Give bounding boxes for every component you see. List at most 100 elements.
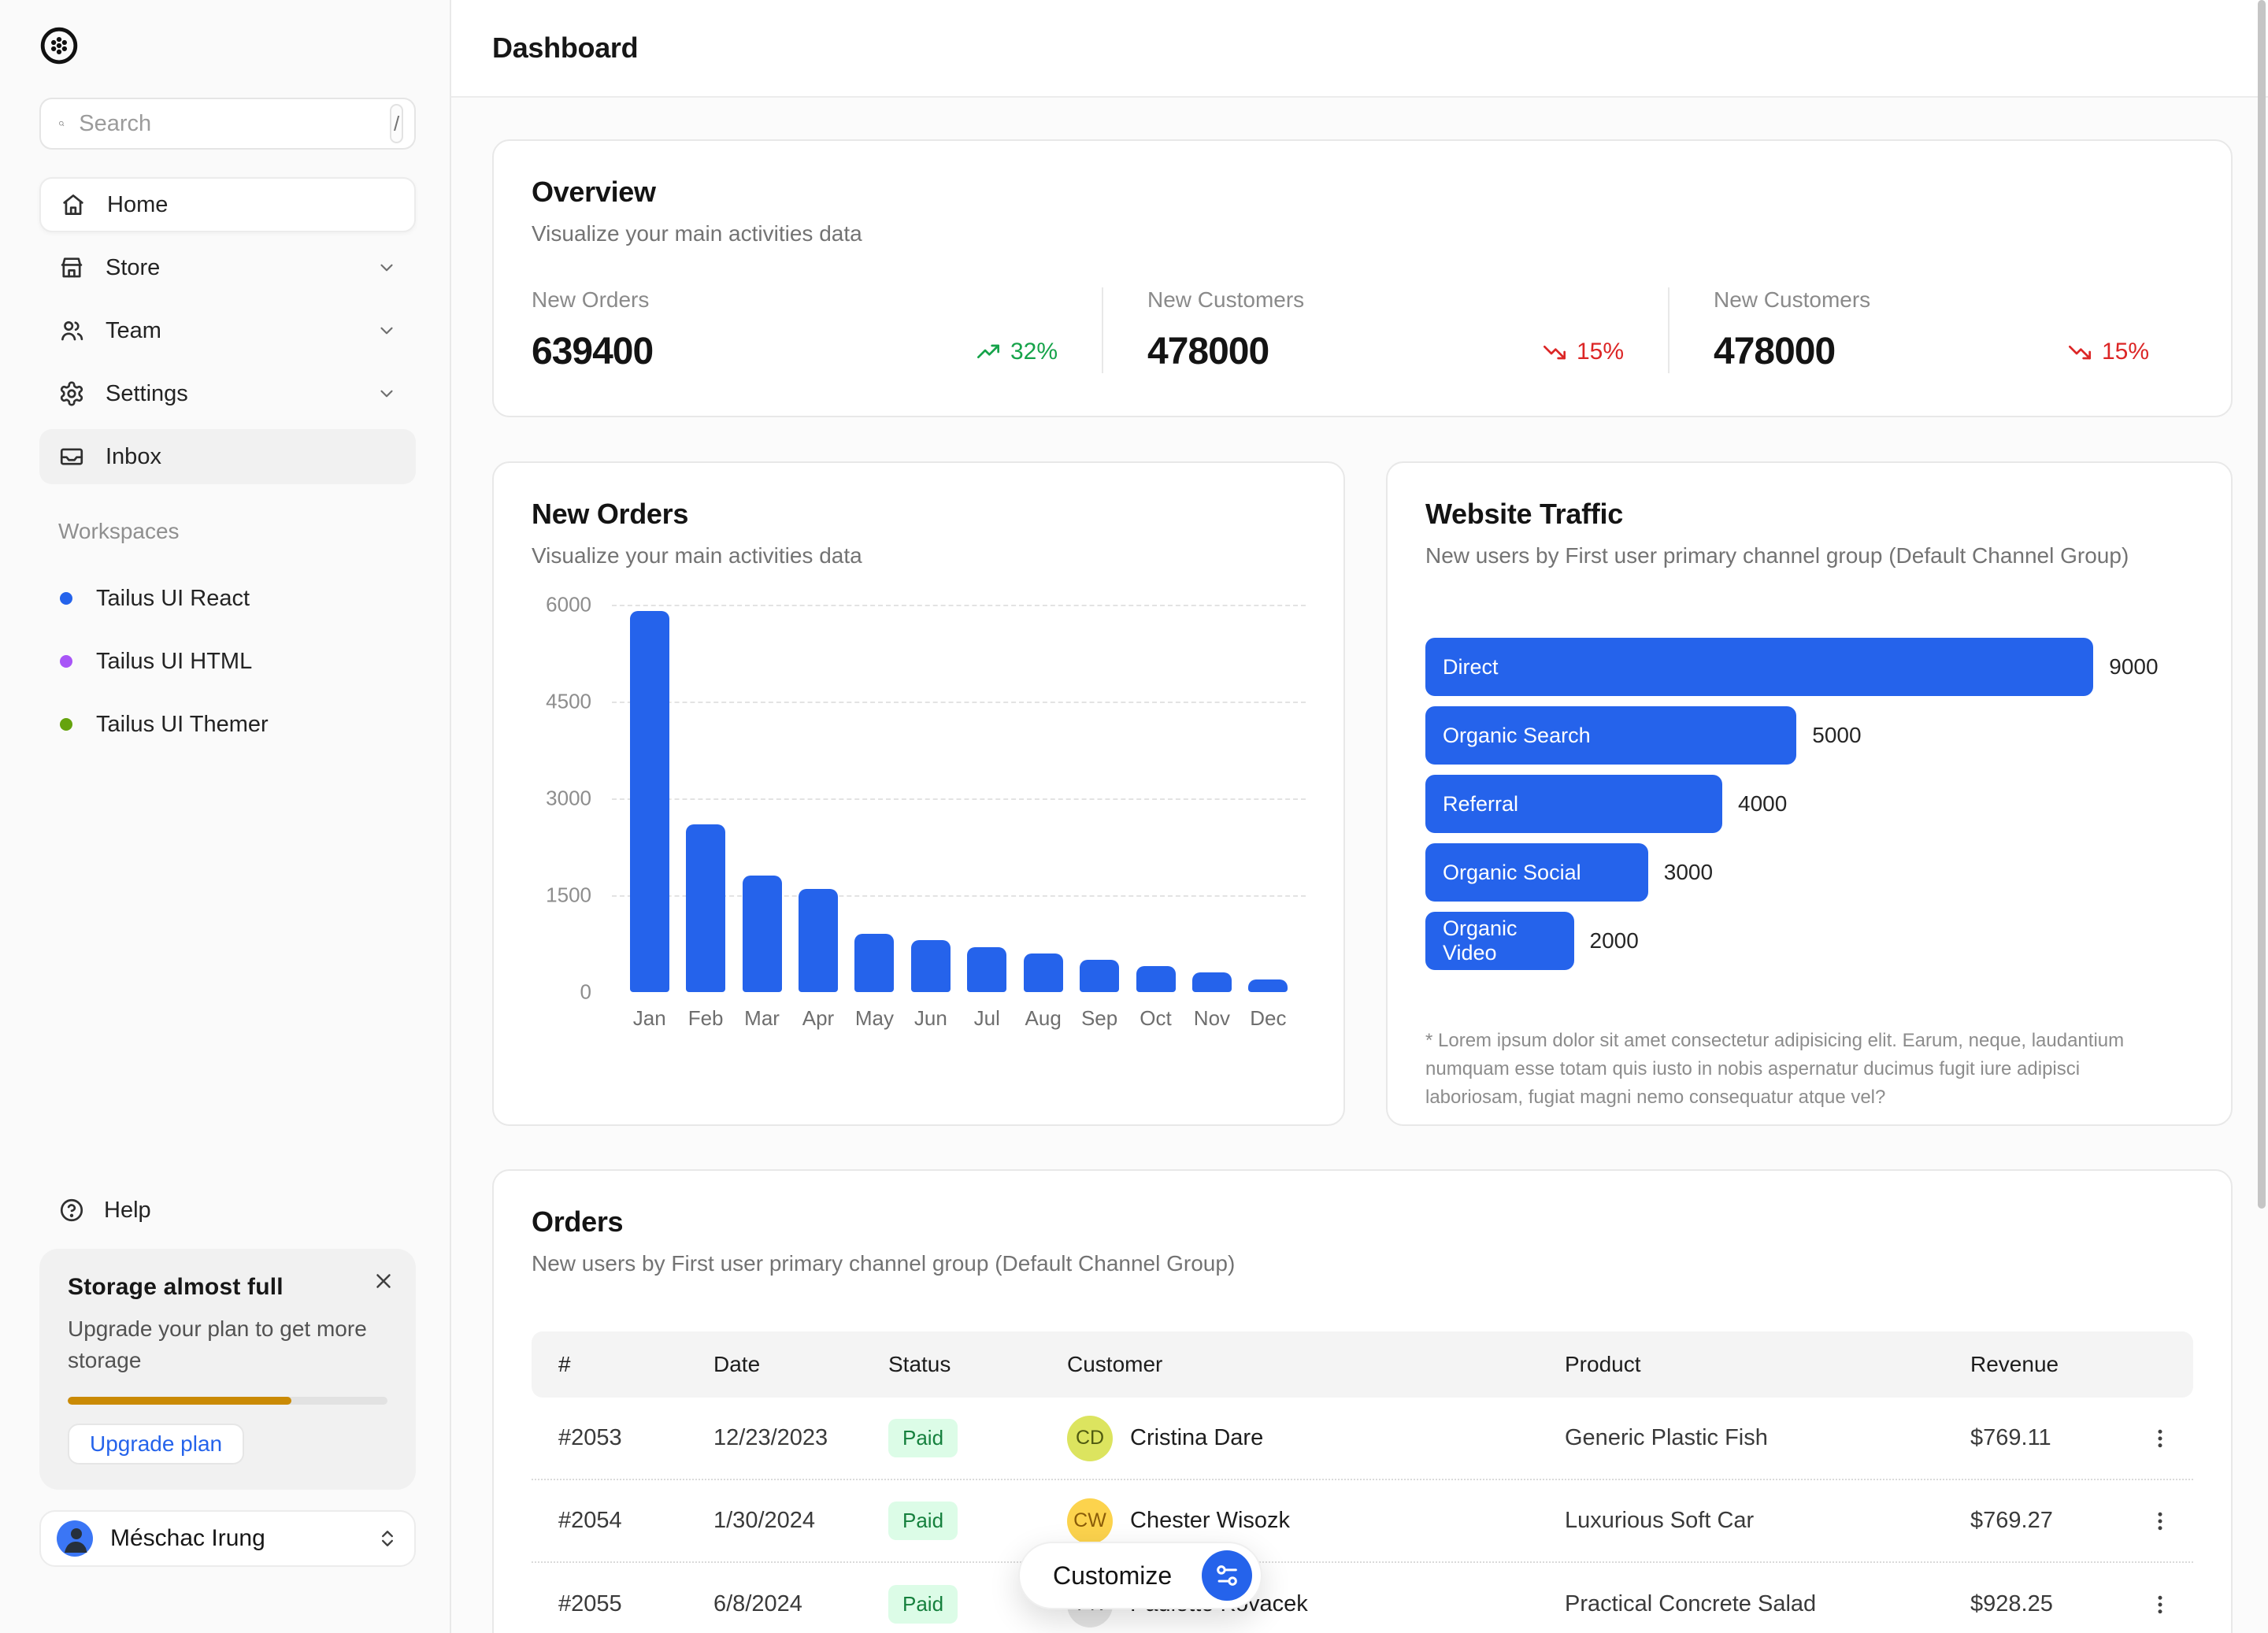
search-input[interactable] <box>79 111 376 137</box>
sidebar-item-store[interactable]: Store <box>39 240 416 295</box>
customize-button[interactable]: Customize <box>1018 1542 1262 1609</box>
plot-area <box>612 605 1306 992</box>
revenue-value: $928.25 <box>1970 1591 2148 1617</box>
product-name: Generic Plastic Fish <box>1565 1425 1970 1451</box>
storage-progress-bar <box>68 1397 387 1405</box>
status-badge: Paid <box>888 1502 958 1540</box>
overview-stats: New Orders 639400 32% New Customers <box>532 287 2193 373</box>
order-date: 6/8/2024 <box>713 1591 888 1617</box>
page-header: Dashboard <box>451 0 2268 98</box>
workspace-item-tailus-ui-react[interactable]: Tailus UI React <box>39 571 416 626</box>
table-row[interactable]: #2053 12/23/2023 Paid CD Cristina Dare G… <box>532 1398 2193 1480</box>
content: Overview Visualize your main activities … <box>451 98 2268 1633</box>
bar-nov <box>1192 972 1232 992</box>
avatar <box>57 1520 93 1557</box>
sidebar-nav: Home Store Team Settings Inbox <box>39 177 416 492</box>
bar-jan <box>630 611 669 992</box>
user-menu[interactable]: Méschac Irung <box>39 1510 416 1567</box>
website-traffic-card: Website Traffic New users by First user … <box>1386 461 2233 1126</box>
website-traffic-subtitle: New users by First user primary channel … <box>1425 543 2193 568</box>
stat-trend: 32% <box>976 339 1058 365</box>
traffic-row-organic-search: Organic Search 5000 <box>1425 706 2193 765</box>
workspace-item-tailus-ui-themer[interactable]: Tailus UI Themer <box>39 697 416 752</box>
row-menu-icon[interactable] <box>2148 1509 2177 1533</box>
traffic-row-organic-video: Organic Video 2000 <box>1425 912 2193 970</box>
table-row[interactable]: #2054 1/30/2024 Paid CW Chester Wisozk L… <box>532 1480 2193 1563</box>
scrollbar-thumb[interactable] <box>2258 0 2266 1209</box>
customer-name: Cristina Dare <box>1130 1425 1263 1451</box>
inbox-icon <box>58 443 85 470</box>
y-axis-labels: 6000 4500 3000 1500 0 <box>532 605 591 992</box>
search-box: / <box>39 98 416 150</box>
bar-chart: 6000 4500 3000 1500 0 <box>532 605 1306 992</box>
status-badge: Paid <box>888 1419 958 1457</box>
traffic-row-direct: Direct 9000 <box>1425 638 2193 696</box>
stat-value: 478000 <box>1714 330 1835 373</box>
stat-value: 639400 <box>532 330 653 373</box>
app-window: / Home Store Team Settings <box>0 0 2268 1633</box>
stat-trend: 15% <box>1542 339 1624 365</box>
team-icon <box>58 317 85 344</box>
customer-cell: CD Cristina Dare <box>1067 1416 1565 1461</box>
bar-oct <box>1136 966 1176 992</box>
avatar: CW <box>1067 1498 1113 1544</box>
table-row[interactable]: #2055 6/8/2024 Paid PK Paulette Kovacek … <box>532 1563 2193 1633</box>
bar-dec <box>1248 979 1288 992</box>
customer-cell: CW Chester Wisozk <box>1067 1498 1565 1544</box>
sidebar: / Home Store Team Settings <box>0 0 451 1633</box>
chevrons-up-down-icon <box>376 1527 398 1550</box>
user-name: Méschac Irung <box>110 1525 359 1552</box>
workspace-dot <box>60 718 72 731</box>
help-link[interactable]: Help <box>39 1183 416 1238</box>
status-badge: Paid <box>888 1585 958 1624</box>
order-id: #2055 <box>558 1591 713 1617</box>
stat-new-customers-2: New Customers 478000 15% <box>1668 287 2193 373</box>
bar-jun <box>911 940 951 992</box>
upgrade-plan-button[interactable]: Upgrade plan <box>68 1424 244 1465</box>
sidebar-item-inbox[interactable]: Inbox <box>39 429 416 484</box>
orders-subtitle: New users by First user primary channel … <box>532 1251 2193 1276</box>
chevron-down-icon <box>376 257 397 278</box>
website-traffic-title: Website Traffic <box>1425 498 2193 531</box>
bar-may <box>854 934 894 992</box>
gear-icon <box>58 380 85 407</box>
storage-description: Upgrade your plan to get more storage <box>68 1313 383 1376</box>
search-shortcut-key: / <box>390 104 403 143</box>
workspaces-heading: Workspaces <box>58 519 416 544</box>
help-label: Help <box>104 1198 151 1224</box>
orders-title: Orders <box>532 1205 2193 1239</box>
sidebar-item-label: Inbox <box>106 444 161 470</box>
x-axis-labels: Jan Feb Mar Apr May Jun Jul Aug Sep Oct … <box>612 1006 1306 1031</box>
workspace-item-tailus-ui-html[interactable]: Tailus UI HTML <box>39 634 416 689</box>
trending-down-icon <box>2067 339 2092 365</box>
sidebar-item-settings[interactable]: Settings <box>39 366 416 421</box>
sidebar-item-home[interactable]: Home <box>39 177 416 232</box>
row-menu-icon[interactable] <box>2148 1593 2177 1616</box>
sliders-icon <box>1202 1550 1252 1601</box>
orders-table-header: # Date Status Customer Product Revenue <box>532 1331 2193 1398</box>
close-icon[interactable] <box>372 1269 395 1293</box>
revenue-value: $769.27 <box>1970 1508 2148 1534</box>
order-id: #2053 <box>558 1425 713 1451</box>
stat-label: New Orders <box>532 287 1058 313</box>
row-menu-icon[interactable] <box>2148 1427 2177 1450</box>
home-icon <box>60 191 87 218</box>
bar-aug <box>1024 954 1063 992</box>
chevron-down-icon <box>376 320 397 341</box>
workspaces-list: Tailus UI React Tailus UI HTML Tailus UI… <box>39 571 416 760</box>
sidebar-item-team[interactable]: Team <box>39 303 416 358</box>
order-id: #2054 <box>558 1508 713 1534</box>
traffic-footnote: * Lorem ipsum dolor sit amet consectetur… <box>1425 1027 2166 1112</box>
sidebar-item-label: Home <box>107 192 168 218</box>
stat-new-customers-1: New Customers 478000 15% <box>1102 287 1668 373</box>
main-area: Dashboard Overview Visualize your main a… <box>451 0 2268 1633</box>
overview-card: Overview Visualize your main activities … <box>492 139 2233 417</box>
bar-feb <box>686 824 725 992</box>
bar-sep <box>1080 960 1119 992</box>
stat-label: New Customers <box>1147 287 1624 313</box>
chevron-down-icon <box>376 383 397 404</box>
customer-name: Chester Wisozk <box>1130 1508 1290 1534</box>
trending-down-icon <box>1542 339 1567 365</box>
bars <box>612 605 1306 992</box>
new-orders-chart-card: New Orders Visualize your main activitie… <box>492 461 1345 1126</box>
